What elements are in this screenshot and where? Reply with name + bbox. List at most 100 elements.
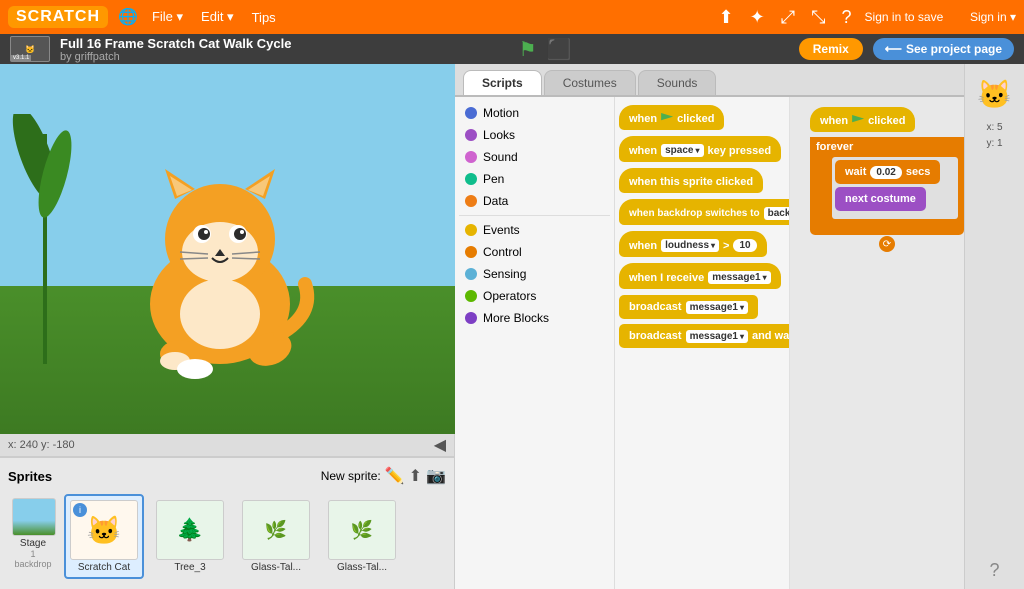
- events-dot: [465, 224, 477, 236]
- help-icon[interactable]: ?: [842, 7, 852, 28]
- stage-backdrops: 1 backdrop: [12, 549, 54, 569]
- paint-sprite-button[interactable]: ✏️: [385, 466, 405, 486]
- camera-sprite-button[interactable]: 📷: [426, 466, 446, 486]
- palette-motion-label: Motion: [483, 106, 519, 120]
- wait-value[interactable]: 0.02: [870, 166, 901, 179]
- sprites-grid: i 🐱 Scratch Cat 🌲 Tree_3: [64, 494, 446, 589]
- broadcast-wait-dropdown[interactable]: message1: [686, 330, 748, 343]
- palette-events-label: Events: [483, 223, 520, 237]
- stage-item[interactable]: Stage 1 backdrop: [8, 494, 58, 573]
- sign-in-button[interactable]: Sign in ▾: [970, 10, 1016, 24]
- operators-dot: [465, 290, 477, 302]
- upload-icon[interactable]: ⬆: [719, 7, 734, 28]
- scripts-tabs: Scripts Costumes Sounds: [455, 64, 964, 97]
- block-broadcast[interactable]: broadcast message1: [619, 295, 758, 319]
- palette-looks-label: Looks: [483, 128, 515, 142]
- fullscreen-icon[interactable]: ✦: [750, 7, 765, 28]
- data-dot: [465, 195, 477, 207]
- remix-button[interactable]: Remix: [799, 38, 863, 60]
- project-bar: 🐱 v3.1.1 Full 16 Frame Scratch Cat Walk …: [0, 34, 1024, 64]
- sprite-thumbnail: 🌲: [156, 500, 224, 560]
- sensing-dot: [465, 268, 477, 280]
- palette-motion[interactable]: Motion: [459, 103, 610, 123]
- palette-control[interactable]: Control: [459, 242, 610, 262]
- palette-sound[interactable]: Sound: [459, 147, 610, 167]
- upload-sprite-button[interactable]: ⬆: [409, 466, 422, 486]
- palette-pen[interactable]: Pen: [459, 169, 610, 189]
- zoom-icon[interactable]: ⤡: [811, 7, 825, 28]
- pen-dot: [465, 173, 477, 185]
- project-thumbnail: 🐱 v3.1.1: [10, 36, 50, 62]
- sprites-header: Sprites New sprite: ✏️ ⬆ 📷: [8, 466, 446, 486]
- block-when-backdrop-switches[interactable]: when backdrop switches to backdrop: [619, 199, 790, 225]
- next-arrow[interactable]: ⟳: [879, 236, 895, 252]
- tab-sounds[interactable]: Sounds: [638, 70, 717, 95]
- left-blocks-library: when clicked when space key pressed when…: [615, 97, 790, 589]
- loudness-value[interactable]: 10: [733, 239, 756, 252]
- message-dropdown[interactable]: message1: [708, 271, 770, 284]
- block-broadcast-and-wait[interactable]: broadcast message1 and wait: [619, 324, 790, 348]
- menu-file[interactable]: File ▾: [148, 9, 187, 25]
- help-question-icon[interactable]: ?: [989, 560, 999, 581]
- scratch-logo[interactable]: SCRATCH: [8, 6, 108, 28]
- tab-costumes[interactable]: Costumes: [544, 70, 636, 95]
- broadcast-dropdown[interactable]: message1: [686, 301, 748, 314]
- palette-data[interactable]: Data: [459, 191, 610, 211]
- flag-icon: [661, 113, 673, 125]
- globe-icon[interactable]: 🌐: [118, 7, 138, 27]
- see-project-button[interactable]: ⟵ See project page: [873, 38, 1014, 60]
- palette-operators[interactable]: Operators: [459, 286, 610, 306]
- block-forever[interactable]: forever wait 0.02 secs next costume: [810, 137, 964, 235]
- control-dot: [465, 246, 477, 258]
- sprite-item[interactable]: 🌿 Glass-Tal...: [322, 494, 402, 579]
- menu-edit[interactable]: Edit ▾: [197, 9, 238, 25]
- tab-scripts[interactable]: Scripts: [463, 70, 542, 95]
- sign-in-to-save-link[interactable]: Sign in to save: [865, 10, 944, 24]
- green-flag-button[interactable]: ⚑: [519, 37, 537, 62]
- new-sprite-area: New sprite: ✏️ ⬆ 📷: [321, 466, 446, 486]
- stop-icon: ⬛: [547, 39, 572, 61]
- block-when-flag-clicked[interactable]: when clicked: [619, 105, 724, 130]
- palette-operators-label: Operators: [483, 289, 536, 303]
- motion-dot: [465, 107, 477, 119]
- block-when-loudness[interactable]: when loudness > 10: [619, 231, 767, 257]
- sprite-item[interactable]: i 🐱 Scratch Cat: [64, 494, 144, 579]
- loudness-dropdown[interactable]: loudness: [661, 239, 719, 252]
- palette-events[interactable]: Events: [459, 220, 610, 240]
- resize-handle[interactable]: ◀: [434, 435, 446, 455]
- top-bar: SCRATCH 🌐 File ▾ Edit ▾ Tips ⬆ ✦ ⤢ ⤡ ? S…: [0, 0, 1024, 34]
- block-flag-trigger[interactable]: when clicked: [810, 107, 915, 132]
- sprite-item[interactable]: 🌲 Tree_3: [150, 494, 230, 579]
- sprite-name: Tree_3: [156, 562, 224, 573]
- sprite-info-icon[interactable]: i: [73, 503, 87, 517]
- turbo-icon[interactable]: ⤢: [781, 7, 795, 28]
- block-wait[interactable]: wait 0.02 secs: [835, 160, 940, 184]
- blocks-columns: when clicked when space key pressed when…: [615, 97, 964, 589]
- menu-tips[interactable]: Tips: [248, 10, 280, 25]
- forever-bottom: [816, 223, 958, 231]
- new-sprite-label: New sprite:: [321, 469, 381, 483]
- scripts-content: Motion Looks Sound Pen Data: [455, 97, 964, 589]
- arrow-area: ⟳: [810, 235, 964, 253]
- sprite-name: Glass-Tal...: [242, 562, 310, 573]
- palette-looks[interactable]: Looks: [459, 125, 610, 145]
- palette-sensing-label: Sensing: [483, 267, 526, 281]
- palette-sensing[interactable]: Sensing: [459, 264, 610, 284]
- scripts-area: Scripts Costumes Sounds Motion Looks Sou…: [455, 64, 964, 589]
- sprite-thumbnail: 🌿: [328, 500, 396, 560]
- block-when-sprite-clicked[interactable]: when this sprite clicked: [619, 168, 763, 193]
- sprite-item[interactable]: 🌱 grass3: [64, 585, 144, 589]
- block-when-key-pressed[interactable]: when space key pressed: [619, 136, 781, 162]
- palette-more-blocks[interactable]: More Blocks: [459, 308, 610, 328]
- stop-button[interactable]: ⬛: [547, 37, 572, 62]
- key-dropdown[interactable]: space: [661, 144, 703, 157]
- block-next-costume[interactable]: next costume: [835, 187, 926, 211]
- script-workspace: when clicked forever wait 0.02: [790, 97, 964, 589]
- stage-canvas: [0, 64, 455, 434]
- cat-sprite: [120, 164, 320, 384]
- block-when-receive[interactable]: when I receive message1: [619, 263, 781, 289]
- sprite-thumbnail: i 🐱: [70, 500, 138, 560]
- green-flag-icon: ⚑: [519, 39, 537, 61]
- backdrop-dropdown[interactable]: backdrop: [764, 207, 790, 220]
- sprite-item[interactable]: 🌿 Glass-Tal...: [236, 494, 316, 579]
